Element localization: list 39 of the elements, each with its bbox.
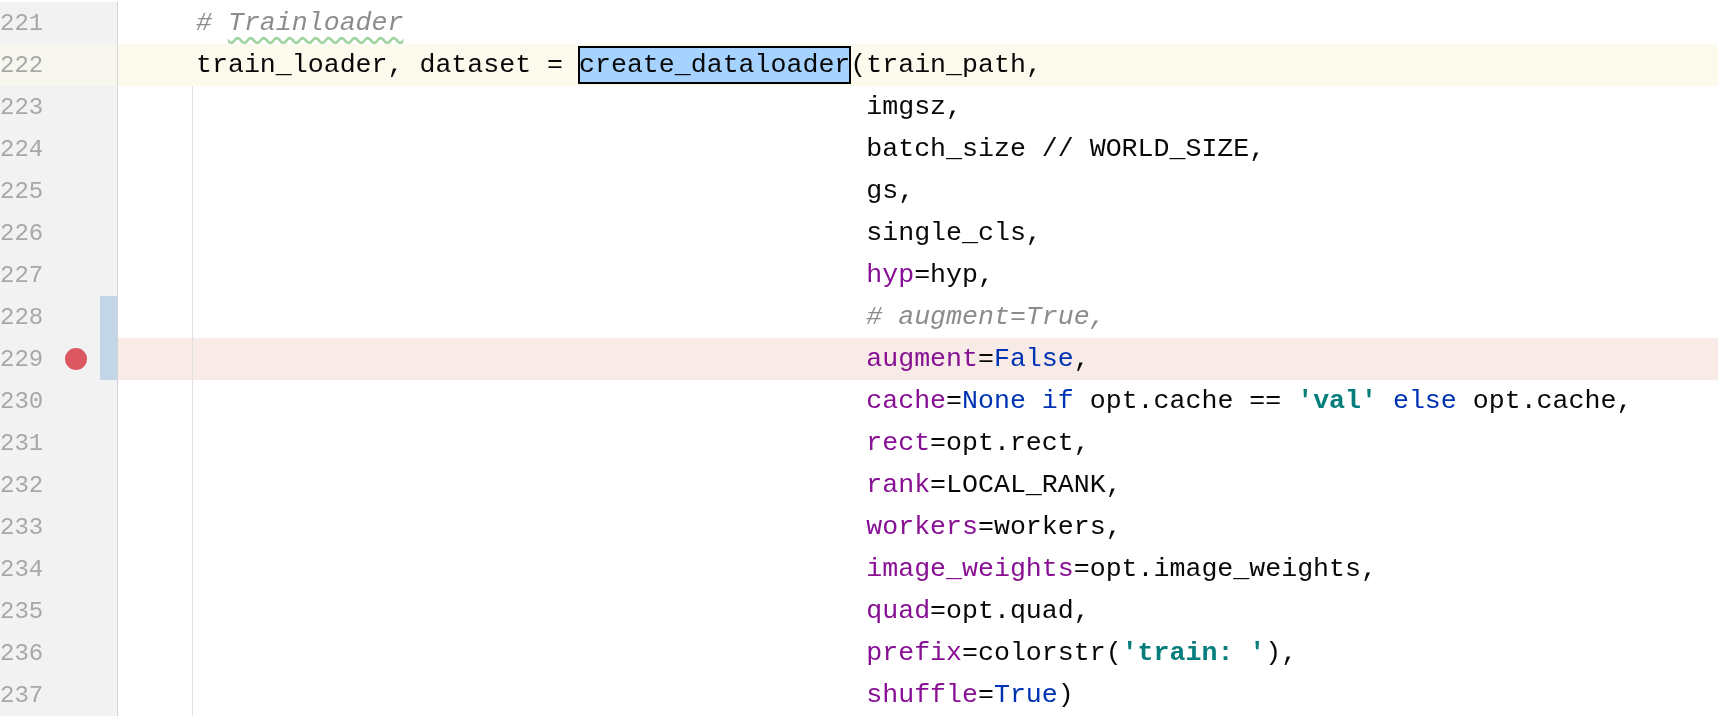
code-text: quad=opt.quad, xyxy=(866,596,1090,626)
code-text: rank=LOCAL_RANK, xyxy=(866,470,1122,500)
code-text: cache=None if opt.cache == 'val' else opt.cache, xyxy=(866,386,1633,416)
code-text: single_cls, xyxy=(866,218,1042,248)
line-number: 227 xyxy=(0,261,45,289)
line-number: 222 xyxy=(0,51,45,79)
code-text: # augment=True, xyxy=(866,302,1106,332)
line-number: 233 xyxy=(0,513,45,541)
change-marker[interactable] xyxy=(100,296,117,338)
line-number: 223 xyxy=(0,93,45,121)
line-number: 224 xyxy=(0,135,45,163)
change-marker[interactable] xyxy=(100,338,117,380)
breakpoint-icon[interactable] xyxy=(65,348,87,370)
line-number: 232 xyxy=(0,471,45,499)
line-number: 231 xyxy=(0,429,45,457)
code-text: prefix=colorstr('train: '), xyxy=(866,638,1298,668)
code-text: train_loader, dataset = xyxy=(196,50,565,80)
line-number: 228 xyxy=(0,303,45,331)
line-number: 229 xyxy=(0,345,45,373)
line-number: 225 xyxy=(0,177,45,205)
code-text: hyp=hyp, xyxy=(866,260,994,290)
line-number: 236 xyxy=(0,639,45,667)
code-text: shuffle=True) xyxy=(866,680,1074,710)
line-number: 221 xyxy=(0,9,45,37)
code-text: gs, xyxy=(866,176,915,206)
code-text: (train_path, xyxy=(850,50,1042,80)
code-text: rect=opt.rect, xyxy=(866,428,1090,458)
code-text: imgsz, xyxy=(866,92,963,122)
line-number: 226 xyxy=(0,219,45,247)
line-number: 237 xyxy=(0,681,45,709)
code-text: # Trainloader xyxy=(196,8,404,38)
code-text: augment=False, xyxy=(866,344,1090,374)
code-text: batch_size // WORLD_SIZE, xyxy=(866,134,1266,164)
code-text: image_weights=opt.image_weights, xyxy=(866,554,1377,584)
code-text: workers=workers, xyxy=(866,512,1122,542)
line-number: 234 xyxy=(0,555,45,583)
highlighted-identifier: create_dataloader xyxy=(579,47,851,83)
line-number: 235 xyxy=(0,597,45,625)
line-number: 230 xyxy=(0,387,45,415)
